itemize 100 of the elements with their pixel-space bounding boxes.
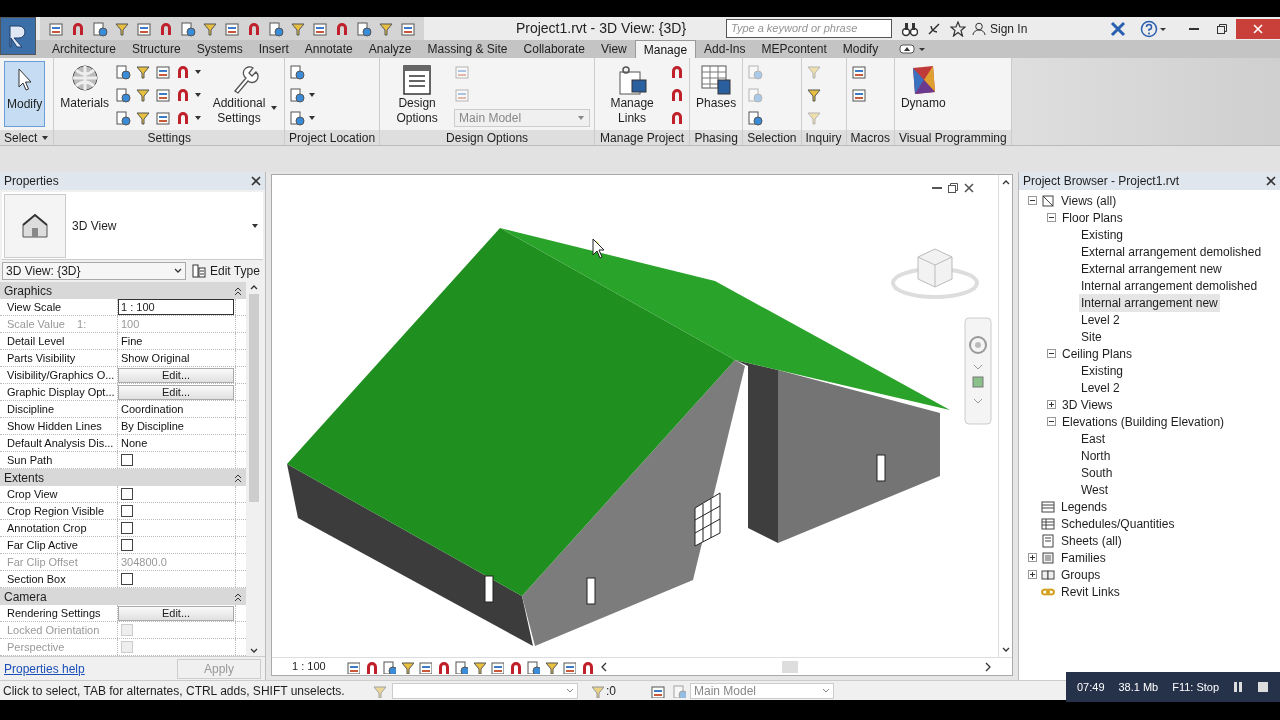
expand-icon[interactable] — [1046, 400, 1056, 409]
ribbon-small-button[interactable] — [155, 109, 172, 127]
ribbon-small-button[interactable] — [289, 109, 317, 127]
ribbon-small-button[interactable] — [135, 109, 152, 127]
scroll-right-icon[interactable] — [984, 661, 992, 672]
ribbon-small-button[interactable] — [289, 86, 317, 104]
tree-item[interactable]: Views (all) — [1059, 191, 1119, 210]
ribbon-large-button[interactable]: Dynamo — [898, 61, 948, 127]
stop-button[interactable]: F11: Stop — [1172, 678, 1220, 696]
application-menu-button[interactable] — [0, 17, 36, 55]
ribbon-panel-title[interactable]: Select — [0, 130, 54, 145]
ribbon-small-button[interactable] — [115, 109, 132, 127]
view-scrollbar[interactable] — [998, 175, 1012, 657]
exchange-x-icon[interactable] — [1110, 20, 1126, 37]
ribbon-small-button[interactable] — [850, 86, 867, 104]
collapse-icon[interactable] — [1046, 349, 1056, 358]
close-icon[interactable] — [251, 176, 261, 186]
tree-item[interactable]: Sheets (all) — [1059, 531, 1124, 550]
view-control-icon[interactable] — [562, 659, 576, 674]
view-scale-button[interactable]: 1 : 100 — [292, 658, 346, 675]
toolbar-tool-icon[interactable] — [70, 20, 86, 37]
ribbon-small-button[interactable] — [115, 63, 132, 81]
view-control-icon[interactable] — [436, 659, 450, 674]
checkbox[interactable] — [121, 488, 133, 500]
toolbar-tool-icon[interactable] — [378, 20, 394, 37]
tree-item[interactable]: Existing — [1079, 361, 1126, 380]
ribbon-tab[interactable]: Collaborate — [515, 40, 593, 58]
tree-item[interactable]: Elevations (Building Elevation) — [1060, 412, 1227, 431]
toolbar-tool-icon[interactable] — [356, 20, 372, 37]
checkbox[interactable] — [121, 505, 133, 517]
tree-item[interactable]: External arrangement new — [1079, 259, 1224, 278]
pause-icon[interactable] — [1233, 681, 1243, 693]
ribbon-tab[interactable]: Systems — [188, 40, 251, 58]
sign-in-button[interactable]: Sign In — [972, 18, 1104, 39]
ribbon-tab[interactable]: Add-Ins — [696, 40, 754, 58]
expand-icon[interactable] — [1027, 570, 1037, 579]
edit-type-button[interactable]: Edit Type — [190, 262, 262, 280]
ribbon-small-button[interactable] — [115, 86, 132, 104]
toolbar-tool-icon[interactable] — [202, 20, 218, 37]
view-control-icon[interactable] — [400, 659, 414, 674]
toolbar-tool-icon[interactable] — [334, 20, 350, 37]
toolbar-tool-icon[interactable] — [158, 20, 174, 37]
tree-item[interactable]: Groups — [1059, 565, 1103, 584]
view-control-icon[interactable] — [508, 659, 522, 674]
tree-item[interactable]: West — [1079, 480, 1111, 499]
view-control-icon[interactable] — [418, 659, 432, 674]
tree-item[interactable]: Level 2 — [1079, 378, 1122, 397]
ribbon-small-button[interactable] — [155, 86, 172, 104]
ribbon-tab[interactable]: Analyze — [360, 40, 420, 58]
view-control-icon[interactable] — [454, 659, 468, 674]
tree-item[interactable]: Site — [1079, 327, 1104, 346]
checkbox[interactable] — [121, 573, 133, 585]
view-control-icon[interactable] — [364, 659, 378, 674]
tree-item[interactable]: South — [1079, 463, 1115, 482]
view-control-icon[interactable] — [346, 659, 360, 674]
toolbar-tool-icon[interactable] — [400, 20, 416, 37]
ribbon-tab[interactable]: View — [592, 40, 635, 58]
view-control-icon[interactable] — [472, 659, 486, 674]
tree-item[interactable]: Internal arrangement demolished — [1079, 276, 1260, 295]
ribbon-large-button[interactable]: Modify — [4, 61, 46, 127]
checkbox[interactable] — [121, 522, 133, 534]
tree-item[interactable]: Schedules/Quantities — [1059, 514, 1177, 533]
toolbar-tool-icon[interactable] — [268, 20, 284, 37]
ribbon-tab[interactable]: Architecture — [44, 40, 125, 58]
ribbon-tab[interactable]: MEPcontent — [753, 40, 835, 58]
binoculars-icon[interactable] — [902, 20, 918, 37]
search-field[interactable]: Type a keyword or phrase — [726, 19, 892, 38]
type-selector[interactable]: 3D View — [2, 192, 263, 260]
tree-item[interactable]: Internal arrangement new — [1079, 293, 1220, 312]
checkbox[interactable] — [121, 539, 133, 551]
tree-item[interactable]: Level 2 — [1079, 310, 1122, 329]
tree-item[interactable]: Families — [1059, 548, 1108, 567]
edit-button[interactable]: Edit... — [118, 384, 234, 400]
ribbon-large-button[interactable]: Additional Settings — [206, 61, 281, 127]
toolbar-tool-icon[interactable] — [92, 20, 108, 37]
ribbon-large-button[interactable]: Phases — [694, 61, 739, 127]
instance-dropdown[interactable]: 3D View: {3D} — [2, 262, 186, 280]
checkbox[interactable] — [121, 454, 133, 466]
tree-item[interactable]: 3D Views — [1060, 395, 1115, 414]
edit-button[interactable]: Edit... — [118, 367, 234, 383]
expand-icon[interactable] — [1027, 553, 1037, 562]
main-model-dropdown[interactable]: Main Model — [690, 682, 834, 699]
star-icon[interactable] — [950, 20, 966, 37]
help-icon[interactable] — [1140, 19, 1168, 38]
toolbar-tool-icon[interactable] — [246, 20, 262, 37]
tree-item[interactable]: Legends — [1059, 497, 1110, 516]
ribbon-small-button[interactable] — [135, 86, 152, 104]
toolbar-tool-icon[interactable] — [290, 20, 306, 37]
ribbon-tab[interactable]: Massing & Site — [419, 40, 516, 58]
property-group-header[interactable]: Graphics — [0, 282, 246, 299]
ribbon-small-button[interactable] — [175, 86, 203, 104]
ribbon-small-button[interactable] — [135, 63, 152, 81]
stop-icon[interactable] — [1256, 681, 1269, 693]
ribbon-small-button[interactable] — [850, 63, 867, 81]
restore-icon[interactable] — [948, 183, 958, 193]
ribbon-small-button[interactable] — [175, 63, 203, 81]
property-group-header[interactable]: Camera — [0, 588, 246, 605]
view-control-icon[interactable] — [526, 659, 540, 674]
collapse-icon[interactable] — [1027, 196, 1037, 205]
scroll-left-icon[interactable] — [600, 661, 608, 672]
